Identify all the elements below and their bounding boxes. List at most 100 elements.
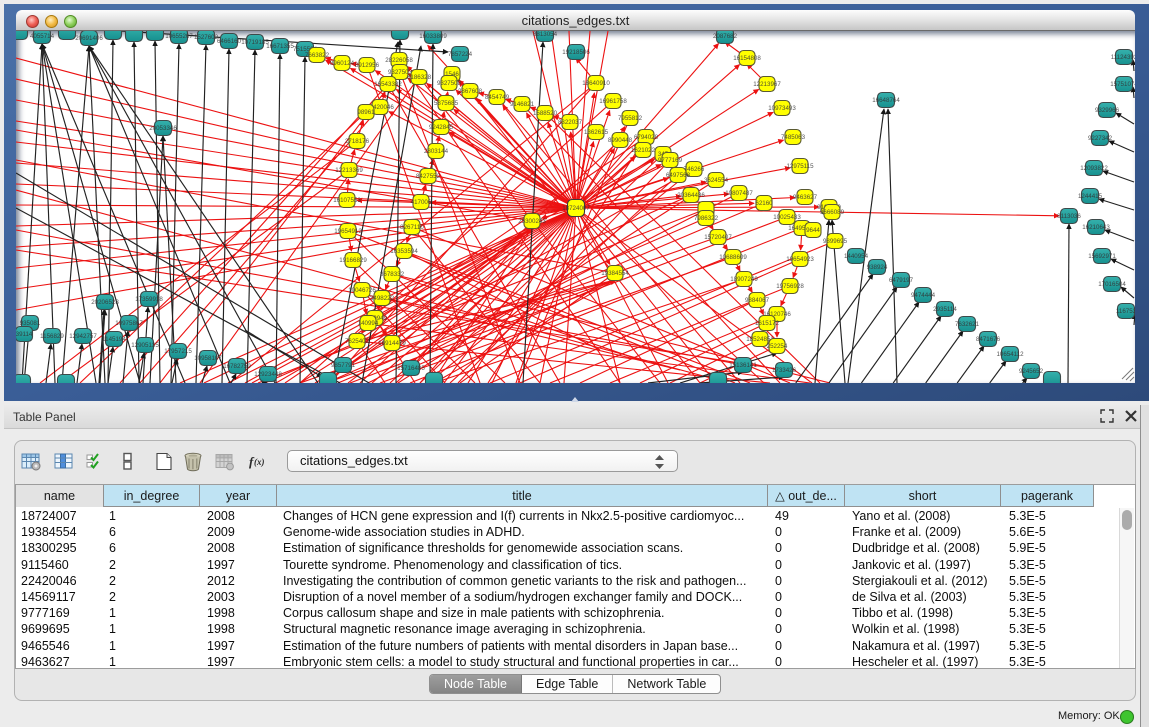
svg-text:15136141: 15136141	[729, 362, 757, 369]
svg-text:28226058: 28226058	[385, 57, 413, 64]
svg-text:6479197: 6479197	[889, 277, 914, 284]
svg-text:20053346: 20053346	[149, 125, 177, 132]
svg-text:2718176: 2718176	[345, 138, 370, 145]
svg-text:98961: 98961	[357, 109, 375, 116]
svg-text:1244415: 1244415	[1078, 193, 1103, 200]
svg-text:10654112: 10654112	[996, 351, 1024, 358]
svg-text:19166829: 19166829	[339, 257, 367, 264]
svg-text:20206528: 20206528	[91, 299, 119, 306]
svg-text:116753: 116753	[1116, 308, 1135, 315]
svg-text:25300243: 25300243	[518, 218, 546, 225]
svg-text:39114: 39114	[16, 331, 33, 338]
svg-text:8454749: 8454749	[485, 94, 510, 101]
svg-text:16154808: 16154808	[733, 55, 761, 62]
svg-text:1733426: 1733426	[772, 367, 797, 374]
svg-text:1615172: 1615172	[755, 320, 780, 327]
svg-text:12942757: 12942757	[69, 333, 97, 340]
svg-text:11124392: 11124392	[1111, 54, 1135, 61]
svg-text:1156829: 1156829	[40, 333, 64, 340]
svg-text:8113036: 8113036	[1057, 213, 1081, 220]
svg-text:12923448: 12923448	[254, 371, 282, 378]
svg-text:417006: 417006	[411, 199, 432, 206]
svg-text:20691406: 20691406	[75, 35, 103, 42]
svg-text:19654912: 19654912	[334, 228, 362, 235]
svg-text:9644: 9644	[806, 227, 820, 234]
svg-text:(x): (x)	[254, 457, 265, 467]
svg-text:16353594: 16353594	[390, 248, 418, 255]
svg-text:12905135: 12905135	[131, 342, 159, 349]
svg-text:15751074: 15751074	[1110, 81, 1135, 88]
svg-text:10975867: 10975867	[115, 320, 143, 327]
svg-text:9777169: 9777169	[658, 157, 683, 164]
svg-text:1145194: 1145194	[102, 336, 126, 343]
svg-text:6794028: 6794028	[634, 134, 659, 141]
svg-text:1621022: 1621022	[631, 147, 656, 154]
svg-text:16671355: 16671355	[266, 43, 294, 50]
svg-text:2867608: 2867608	[458, 88, 483, 95]
svg-text:16543382: 16543382	[374, 81, 402, 88]
svg-text:7986322: 7986322	[694, 215, 719, 222]
svg-text:1588520: 1588520	[533, 110, 558, 117]
svg-text:8990448: 8990448	[608, 137, 633, 144]
svg-text:9463627: 9463627	[793, 194, 818, 201]
svg-text:3624554: 3624554	[704, 177, 729, 184]
svg-text:20364436: 20364436	[677, 192, 705, 199]
svg-text:10973493: 10973493	[768, 105, 796, 112]
svg-text:1362615: 1362615	[584, 129, 609, 136]
svg-text:10958107: 10958107	[194, 355, 222, 362]
svg-text:8267110: 8267110	[400, 224, 424, 231]
svg-text:2803144: 2803144	[424, 148, 449, 155]
svg-text:16033809: 16033809	[419, 33, 447, 40]
svg-text:12213369: 12213369	[335, 167, 363, 174]
svg-text:5875685: 5875685	[434, 100, 459, 107]
svg-text:8427552: 8427552	[416, 173, 441, 180]
svg-text:7857224: 7857224	[448, 51, 473, 58]
svg-text:62160: 62160	[755, 200, 773, 207]
svg-text:19384554: 19384554	[601, 270, 629, 277]
svg-text:9474444: 9474444	[911, 292, 936, 299]
svg-text:8813054: 8813054	[533, 31, 558, 38]
svg-text:938924: 938924	[867, 264, 888, 271]
svg-text:12093822: 12093822	[1080, 165, 1108, 172]
svg-text:9327508: 9327508	[437, 80, 462, 87]
svg-text:9884067: 9884067	[745, 297, 770, 304]
svg-text:9899695: 9899695	[823, 238, 848, 245]
svg-text:17016504: 17016504	[1098, 281, 1126, 288]
svg-text:1440954: 1440954	[844, 253, 869, 260]
svg-text:8678332: 8678332	[380, 271, 405, 278]
svg-text:7632621: 7632621	[955, 321, 980, 328]
svg-text:15692971: 15692971	[1088, 253, 1116, 260]
svg-text:12213967: 12213967	[753, 81, 781, 88]
svg-text:8471676: 8471676	[976, 336, 1001, 343]
svg-text:15716485: 15716485	[397, 365, 425, 372]
svg-text:9857791: 9857791	[331, 362, 356, 369]
svg-text:9666089: 9666089	[820, 209, 845, 216]
svg-text:19654923: 19654923	[786, 256, 814, 263]
svg-text:16914479: 16914479	[378, 340, 406, 347]
svg-text:1527602: 1527602	[194, 34, 219, 41]
svg-text:6497568: 6497568	[666, 172, 691, 179]
svg-text:8322037: 8322037	[558, 119, 583, 126]
svg-text:18907249: 18907249	[730, 276, 758, 283]
svg-text:12975115: 12975115	[786, 163, 814, 170]
svg-text:8186328: 8186328	[407, 74, 432, 81]
svg-text:16107553: 16107553	[333, 197, 361, 204]
svg-text:140994: 140994	[358, 320, 379, 327]
svg-text:10719185: 10719185	[241, 39, 269, 46]
svg-text:10688609: 10688609	[719, 254, 747, 261]
svg-text:7663822: 7663822	[305, 52, 330, 59]
svg-text:7485063: 7485063	[781, 134, 806, 141]
svg-text:16210643: 16210643	[1082, 224, 1110, 231]
svg-text:252254: 252254	[767, 343, 788, 350]
svg-text:8960124: 8960124	[330, 60, 355, 67]
svg-text:10046726: 10046726	[348, 287, 376, 294]
svg-text:9227342: 9227342	[1088, 135, 1113, 142]
svg-text:6466160: 6466160	[217, 38, 242, 45]
svg-text:16961758: 16961758	[599, 98, 627, 105]
svg-text:19218506: 19218506	[562, 49, 590, 56]
svg-text:19756928: 19756928	[776, 283, 804, 290]
svg-text:2087682: 2087682	[713, 33, 738, 40]
svg-text:16648764: 16648764	[872, 97, 900, 104]
svg-text:15720407: 15720407	[704, 234, 732, 241]
svg-text:9329966: 9329966	[1095, 107, 1120, 114]
